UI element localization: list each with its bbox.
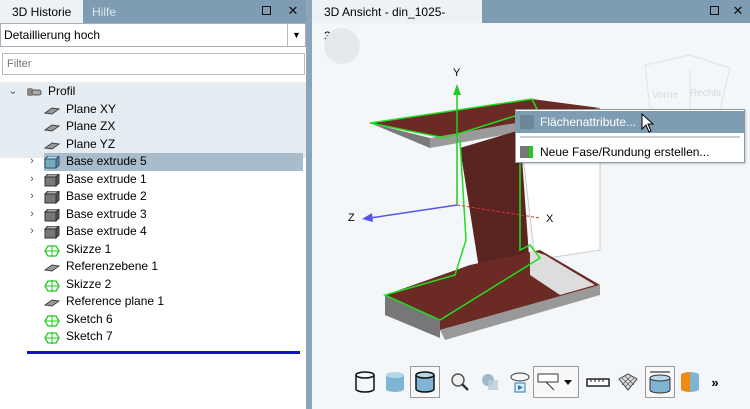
close-icon[interactable]: ✕ (285, 3, 301, 19)
plane-icon (43, 261, 61, 273)
context-menu: Flächenattribute... Neue Fase/Rundung er… (515, 109, 745, 163)
extrude-icon (43, 154, 61, 170)
tree-item-label: Reference plane 1 (66, 294, 165, 308)
dimension-icon[interactable] (645, 366, 675, 398)
tree-item-label: Plane YZ (66, 136, 116, 151)
view-tabbar: 3D Ansicht - din_1025-3.3db ✕ (312, 0, 750, 43)
selection-mode-icon[interactable] (533, 366, 579, 398)
tree-item[interactable]: Sketch 6 (0, 311, 306, 329)
rotate-icon[interactable] (505, 366, 535, 398)
section-icon[interactable] (675, 366, 705, 398)
plane-icon (43, 104, 61, 116)
more-icon[interactable]: » (705, 366, 725, 398)
tab-3d-ansicht[interactable]: 3D Ansicht - din_1025-3.3db (312, 0, 482, 43)
chevron-right-icon[interactable]: › (27, 223, 37, 241)
chevron-right-icon[interactable]: › (27, 206, 37, 224)
chevron-right-icon[interactable]: › (27, 153, 37, 171)
detail-level-select[interactable]: Detaillierung hoch ▼ (0, 23, 306, 47)
sketch-icon (44, 331, 60, 344)
tree-item[interactable]: Referenzebene 1 (0, 258, 306, 276)
tree-item-label: Profil (48, 84, 76, 98)
tree-item[interactable]: Reference plane 1 (0, 293, 306, 311)
menu-item-face-attributes[interactable]: Flächenattribute... (516, 111, 744, 133)
mouse-cursor-icon (641, 113, 655, 133)
tree-item-label: Base extrude 5 (66, 154, 147, 168)
navigation-wheel-icon[interactable] (324, 28, 360, 64)
measure-icon[interactable] (583, 366, 613, 398)
tree-item-label: Skizze 1 (66, 241, 112, 256)
tree-item-label: Plane XY (66, 101, 117, 116)
tree-item[interactable]: › Base extrude 3 (0, 206, 306, 224)
maximize-icon[interactable] (706, 3, 722, 19)
sketch-icon (44, 279, 60, 292)
chevron-down-icon[interactable]: ▼ (287, 24, 305, 46)
new-chamfer-icon (520, 146, 533, 158)
transparency-icon[interactable] (475, 366, 505, 398)
extrude-icon (43, 189, 61, 205)
tree-item-label: Base extrude 3 (66, 206, 147, 221)
menu-item-label: Flächenattribute... (540, 115, 637, 129)
detail-level-value: Detaillierung hoch (4, 28, 101, 42)
tree-item-label: Sketch 7 (66, 329, 113, 343)
tree-item-label: Base extrude 1 (66, 171, 147, 186)
plane-icon (43, 139, 61, 151)
axis-x-label: X (546, 213, 554, 225)
chevron-right-icon[interactable]: › (27, 171, 37, 189)
close-icon[interactable]: ✕ (730, 3, 746, 19)
history-tree: ⌄ Profil Plane XY Plane ZX Plane YZ › Base ext… (0, 83, 306, 346)
tree-item-label: Sketch 6 (66, 311, 113, 326)
plane-icon (43, 121, 61, 133)
extrude-icon (43, 224, 61, 240)
tree-item[interactable]: › Base extrude 2 (0, 188, 306, 206)
zoom-fit-icon[interactable] (445, 366, 475, 398)
tree-item-label: Base extrude 2 (66, 189, 147, 203)
insert-marker (27, 351, 300, 354)
axis-z-label: Z (348, 212, 355, 224)
tree-item[interactable]: ⌄ Profil (0, 83, 306, 101)
3d-viewport[interactable]: Vorne Rechts Y Z X (312, 23, 750, 409)
shaded-icon[interactable] (380, 366, 410, 398)
extrude-icon (43, 207, 61, 222)
history-panel: 3D Historie Hilfe ✕ Detaillierung hoch ▼… (0, 0, 306, 409)
tab-3d-historie[interactable]: 3D Historie (0, 0, 84, 23)
chevron-right-icon[interactable]: › (27, 188, 37, 206)
shaded-edges-icon[interactable] (410, 366, 440, 398)
axis-y-label: Y (453, 67, 461, 79)
sketch-icon (44, 244, 60, 257)
sketch-icon (44, 314, 60, 327)
tree-item[interactable]: Plane XY (0, 101, 306, 119)
tab-hilfe[interactable]: Hilfe (80, 0, 128, 23)
filter-input[interactable] (2, 53, 305, 75)
tree-item-label: Referenzebene 1 (66, 259, 159, 273)
menu-item-label: Neue Fase/Rundung erstellen... (540, 145, 710, 159)
view-cube-front: Vorne (652, 90, 679, 101)
history-tabbar: 3D Historie Hilfe ✕ (0, 0, 306, 23)
tree-item-label: Plane ZX (66, 119, 116, 133)
tree-item[interactable]: › Base extrude 5 (0, 153, 306, 171)
plane-icon (43, 296, 61, 308)
face-attributes-icon (520, 115, 534, 129)
mesh-icon[interactable] (613, 366, 643, 398)
menu-separator (520, 136, 740, 138)
view-cube-right: Rechts (690, 88, 721, 99)
tree-item[interactable]: › Base extrude 4 (0, 223, 306, 241)
tree-item[interactable]: Plane YZ (0, 136, 306, 154)
tree-item[interactable]: Skizze 2 (0, 276, 306, 294)
tree-item[interactable]: Skizze 1 (0, 241, 306, 259)
chevron-down-icon[interactable]: ⌄ (8, 83, 18, 101)
menu-item-new-chamfer[interactable]: Neue Fase/Rundung erstellen... (516, 141, 744, 163)
tree-item-label: Base extrude 4 (66, 224, 147, 238)
extrude-icon (43, 172, 61, 187)
wireframe-icon[interactable] (350, 366, 380, 398)
tree-item[interactable]: Sketch 7 (0, 328, 306, 346)
maximize-icon[interactable] (258, 3, 274, 19)
part-icon (26, 86, 42, 98)
tree-item[interactable]: › Base extrude 1 (0, 171, 306, 189)
tree-item-label: Skizze 2 (66, 276, 112, 291)
tree-item[interactable]: Plane ZX (0, 118, 306, 136)
